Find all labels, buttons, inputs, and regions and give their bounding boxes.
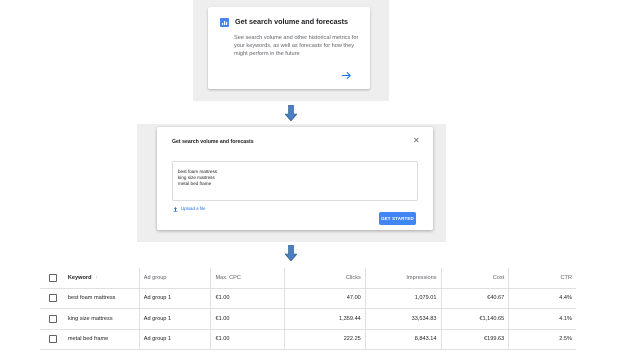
get-started-button[interactable]: GET STARTED xyxy=(379,212,416,225)
table-header-row: Keyword ↑ Ad group Max. CPC Clicks Impres… xyxy=(40,268,576,289)
sort-arrow-icon[interactable]: ↑ xyxy=(96,275,99,281)
max-cpc-cell[interactable]: €1.00 xyxy=(210,329,286,350)
card-title: Get search volume and forecasts xyxy=(235,17,349,26)
row-checkbox[interactable] xyxy=(48,314,57,323)
table-row: metal bed frame Ad group 1 €1.00 222.25 … xyxy=(40,329,576,350)
ctr-cell: 4.4% xyxy=(508,288,576,309)
chart-icon xyxy=(220,18,229,27)
cost-cell: €40.67 xyxy=(441,288,510,309)
impressions-cell: 1,079.01 xyxy=(365,288,442,309)
max-cpc-header[interactable]: Max. CPC xyxy=(210,268,286,289)
row-checkbox[interactable] xyxy=(48,335,57,344)
cost-header[interactable]: Cost xyxy=(441,268,510,289)
clicks-cell: 47.00 xyxy=(284,288,366,309)
down-arrow-icon xyxy=(285,105,297,121)
impressions-cell: 33,534.83 xyxy=(365,308,442,330)
upload-file-link[interactable]: Upload a file xyxy=(173,206,205,212)
keyword-plan-table: Keyword ↑ Ad group Max. CPC Clicks Impres… xyxy=(40,268,576,350)
table-row: king size mattress Ad group 1 €1.00 1,35… xyxy=(40,308,576,330)
keyword-line: metal bed frame xyxy=(178,181,212,186)
ad-group-cell[interactable]: Ad group 1 xyxy=(139,329,212,350)
close-icon[interactable]: ✕ xyxy=(413,137,420,145)
clicks-header[interactable]: Clicks xyxy=(284,268,366,289)
down-arrow-icon xyxy=(285,245,297,261)
ctr-cell: 2.5% xyxy=(508,329,576,350)
select-all-checkbox[interactable] xyxy=(48,273,57,282)
max-cpc-cell[interactable]: €1.00 xyxy=(210,288,286,309)
keyword-line: king size mattress xyxy=(178,175,215,180)
card-panel: Get search volume and forecasts See sear… xyxy=(193,0,389,101)
cost-cell: €1,140.65 xyxy=(441,308,510,330)
dialog-panel: Get search volume and forecasts ✕ best f… xyxy=(137,124,446,242)
impressions-cell: 8,843.14 xyxy=(365,329,442,350)
impressions-header[interactable]: Impressions xyxy=(365,268,442,289)
keyword-line: best foam mattress xyxy=(178,169,218,174)
ad-group-cell[interactable]: Ad group 1 xyxy=(139,288,212,309)
search-volume-dialog: Get search volume and forecasts ✕ best f… xyxy=(157,127,433,230)
ctr-cell: 4.1% xyxy=(508,308,576,330)
arrow-right-icon[interactable] xyxy=(341,70,352,81)
keyword-cell[interactable]: metal bed frame xyxy=(65,329,140,350)
ad-group-header[interactable]: Ad group xyxy=(139,268,212,289)
upload-icon xyxy=(173,206,178,212)
ctr-header[interactable]: CTR xyxy=(508,268,576,289)
row-checkbox[interactable] xyxy=(48,294,57,303)
card-description: See search volume and other historical m… xyxy=(234,35,359,58)
table-row: best foam mattress Ad group 1 €1.00 47.0… xyxy=(40,288,576,309)
keyword-header[interactable]: Keyword ↑ xyxy=(65,268,140,289)
keywords-textarea[interactable]: best foam mattress king size mattress me… xyxy=(172,161,418,201)
ad-group-cell[interactable]: Ad group 1 xyxy=(139,308,212,330)
max-cpc-cell[interactable]: €1.00 xyxy=(210,308,286,330)
search-volume-card[interactable]: Get search volume and forecasts See sear… xyxy=(208,7,370,89)
keyword-header-label: Keyword xyxy=(67,274,92,281)
clicks-cell: 222.25 xyxy=(284,329,366,350)
upload-label: Upload a file xyxy=(181,206,206,212)
dialog-title: Get search volume and forecasts xyxy=(172,139,254,145)
keyword-cell[interactable]: king size mattress xyxy=(65,308,140,330)
cost-cell: €199.63 xyxy=(441,329,510,350)
clicks-cell: 1,359.44 xyxy=(284,308,366,330)
keyword-cell[interactable]: best foam mattress xyxy=(65,288,140,309)
